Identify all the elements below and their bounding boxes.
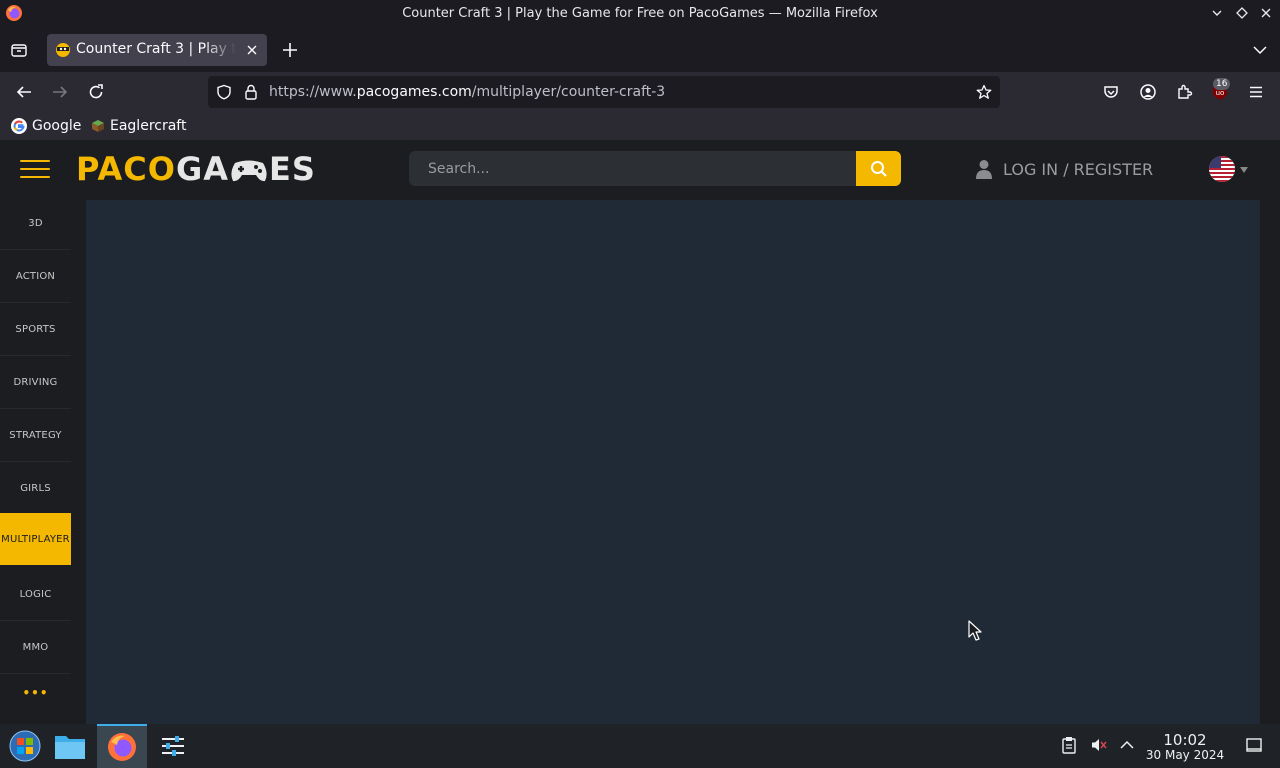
window-titlebar: Counter Craft 3 | Play the Game for Free… — [0, 0, 1280, 28]
us-flag-icon[interactable] — [1209, 156, 1235, 182]
shield-icon[interactable] — [216, 84, 232, 100]
forward-icon[interactable] — [51, 83, 69, 101]
menu-icon[interactable] — [1247, 83, 1265, 101]
clock-date: 30 May 2024 — [1145, 748, 1225, 762]
reload-icon[interactable] — [87, 83, 105, 101]
nav-bar: https://www.pacogames.com/multiplayer/co… — [0, 72, 1280, 112]
taskbar-settings-app[interactable] — [148, 724, 198, 768]
bookmarks-bar: Google Eaglercraft — [0, 112, 1280, 140]
taskbar-file-manager[interactable] — [45, 724, 95, 768]
more-categories-button[interactable]: ••• — [0, 686, 71, 700]
category-sports[interactable]: SPORTS — [0, 304, 71, 356]
search-button[interactable] — [856, 151, 901, 186]
url-host: pacogames.com — [356, 84, 472, 100]
category-multiplayer[interactable]: MULTIPLAYER — [0, 513, 71, 565]
category-mmo[interactable]: MMO — [0, 622, 71, 674]
back-icon[interactable] — [15, 83, 33, 101]
start-menu-button[interactable] — [0, 724, 50, 768]
bookmark-eaglercraft[interactable]: Eaglercraft — [91, 117, 186, 135]
user-icon — [976, 160, 992, 179]
login-label: LOG IN / REGISTER — [1003, 159, 1154, 179]
window-title: Counter Craft 3 | Play the Game for Free… — [402, 6, 878, 21]
svg-text:uo: uo — [1216, 89, 1225, 97]
start-orb-icon — [9, 730, 41, 762]
game-frame[interactable] — [86, 200, 1260, 724]
tab-counter-craft[interactable]: Counter Craft 3 | Play the Game for Free… — [47, 34, 267, 66]
tray-expand-icon[interactable] — [1118, 736, 1136, 754]
taskbar: 10:02 30 May 2024 — [0, 724, 1280, 768]
url-path: /multiplayer/counter-craft-3 — [471, 84, 666, 100]
extension-badge: 16 — [1213, 78, 1231, 90]
close-window-icon[interactable] — [1259, 6, 1273, 20]
category-3d[interactable]: 3D — [0, 198, 71, 250]
eaglercraft-icon — [92, 120, 104, 132]
login-register-link[interactable]: LOG IN / REGISTER — [975, 158, 1153, 180]
language-dropdown-caret[interactable] — [1240, 167, 1248, 173]
sliders-icon — [162, 736, 184, 756]
search-icon — [870, 160, 887, 177]
clock-time: 10:02 — [1163, 731, 1207, 749]
chevron-down-icon[interactable] — [1252, 42, 1268, 58]
taskbar-firefox[interactable] — [97, 724, 147, 768]
site-header: PACOGAES LOG IN / REGISTER — [0, 140, 1280, 198]
new-tab-icon[interactable] — [281, 41, 299, 59]
clipboard-icon[interactable] — [1060, 736, 1078, 754]
category-logic[interactable]: LOGIC — [0, 569, 71, 621]
gamepad-icon — [231, 160, 267, 182]
web-page: PACOGAES LOG IN / REGISTER 3D ACTION SPO… — [0, 140, 1280, 724]
firefox-icon — [108, 733, 136, 761]
url-prefix: https://www. — [269, 84, 357, 100]
extensions-icon[interactable] — [1175, 83, 1193, 101]
bookmark-label: Eaglercraft — [110, 118, 187, 134]
lock-icon[interactable] — [244, 84, 258, 100]
close-tab-icon[interactable] — [245, 43, 259, 57]
search-input[interactable] — [409, 151, 855, 186]
clock[interactable]: 10:02 30 May 2024 — [1142, 732, 1228, 763]
category-action[interactable]: ACTION — [0, 251, 71, 303]
category-sidebar: 3D ACTION SPORTS DRIVING STRATEGY GIRLS … — [0, 198, 71, 724]
google-icon — [11, 118, 27, 134]
minimize-icon[interactable] — [1210, 6, 1224, 20]
mouse-cursor-icon — [968, 620, 982, 641]
tab-title: Counter Craft 3 | Play the Game for Free… — [76, 41, 236, 57]
category-driving[interactable]: DRIVING — [0, 357, 71, 409]
hamburger-menu-icon[interactable] — [20, 160, 50, 178]
url-bar[interactable]: https://www.pacogames.com/multiplayer/co… — [208, 76, 1000, 108]
volume-muted-icon[interactable] — [1090, 736, 1108, 754]
list-all-tabs-icon[interactable] — [10, 41, 28, 59]
folder-icon — [55, 736, 85, 759]
maximize-icon[interactable] — [1235, 6, 1249, 20]
show-desktop-icon[interactable] — [1245, 736, 1263, 754]
category-girls[interactable]: GIRLS — [0, 463, 71, 515]
category-strategy[interactable]: STRATEGY — [0, 410, 71, 462]
pacogames-logo[interactable]: PACOGA ES — [76, 152, 316, 186]
url-text[interactable]: https://www.pacogames.com/multiplayer/co… — [269, 84, 665, 100]
tab-strip: Counter Craft 3 | Play the Game for Free… — [0, 28, 1280, 72]
account-icon[interactable] — [1139, 83, 1157, 101]
site-search — [409, 151, 901, 186]
bookmark-star-icon[interactable] — [976, 84, 992, 100]
pacogames-favicon-icon — [56, 43, 70, 57]
pocket-icon[interactable] — [1102, 83, 1120, 101]
bookmark-label: Google — [32, 118, 82, 134]
bookmark-google[interactable]: Google — [11, 117, 81, 135]
